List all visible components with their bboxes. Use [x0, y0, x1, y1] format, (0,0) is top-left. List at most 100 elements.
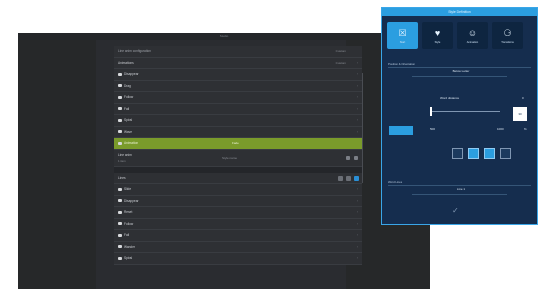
list-item-label: Disappear — [124, 198, 139, 203]
chevron-right-icon: › — [356, 256, 358, 260]
position-label: Position & Orientation — [388, 62, 416, 66]
word-lines-label: Word Lines — [388, 180, 403, 184]
item-icon — [118, 256, 122, 260]
style-name-field[interactable]: Style name — [222, 156, 237, 160]
list-item[interactable]: Follow › — [114, 92, 362, 104]
animations-value: Custom — [335, 60, 346, 65]
divider — [412, 194, 507, 195]
align-option-right[interactable] — [484, 148, 495, 159]
tab-start[interactable]: ☒ Start — [387, 22, 418, 49]
chevron-right-icon: › — [356, 129, 358, 134]
chevron-right-icon: › — [356, 60, 358, 65]
item-icon — [118, 107, 122, 111]
divider — [388, 67, 531, 68]
list-item-label: Slide — [124, 187, 132, 192]
list-item[interactable]: Spiral › — [114, 115, 362, 127]
delete-icon[interactable] — [354, 155, 358, 160]
tab-label: Start — [399, 40, 406, 44]
section-header-label: Line anim configuration — [118, 49, 151, 54]
item-icon — [118, 210, 122, 214]
section-header: Line anim configuration Custom — [114, 46, 362, 58]
list-item-label: Drag — [124, 83, 131, 88]
section-buttons — [338, 175, 359, 181]
align-option-justify[interactable] — [500, 148, 511, 159]
list-item[interactable]: Reset › — [114, 207, 362, 219]
item-icon — [118, 187, 122, 191]
divider — [388, 185, 531, 186]
tab-style[interactable]: ♥ Style — [422, 22, 453, 49]
edit-icon[interactable] — [346, 155, 350, 160]
slider-label: Word distance — [440, 96, 460, 100]
item-icon — [118, 84, 122, 88]
person-icon: ☺ — [467, 27, 478, 38]
tab-label: Transitions — [501, 40, 514, 44]
add-icon[interactable] — [354, 175, 359, 181]
list-item[interactable]: Disappear › — [114, 69, 362, 81]
left-sidebar — [18, 40, 96, 289]
right-suffix: % — [524, 127, 527, 131]
list-item[interactable]: Fall › — [114, 230, 362, 242]
chevron-right-icon: › — [356, 244, 358, 249]
distance-slider-handle[interactable] — [430, 107, 432, 116]
align-option-left[interactable] — [452, 148, 463, 159]
list-item-label: Reset — [124, 210, 133, 215]
chevron-right-icon: › — [356, 210, 358, 214]
style-dialog: Style Definition ☒ Start ♥ Style ☺ Anima… — [381, 7, 538, 225]
dialog-title: Style Definition — [382, 8, 537, 16]
apply-button[interactable] — [389, 126, 413, 135]
section-header-value: Custom — [335, 49, 346, 54]
line-anim-sub: 1 item — [118, 158, 126, 163]
distance-value-box[interactable]: 30 — [513, 107, 527, 121]
lines-header-label: Lines — [118, 175, 126, 180]
list-item-label: Fall — [124, 106, 130, 111]
right-value: 1000 — [497, 127, 504, 131]
window-title: Studio — [18, 33, 430, 40]
gift-icon: ☒ — [398, 27, 407, 38]
list-item-label: Disappear — [124, 72, 139, 77]
item-icon — [118, 141, 122, 145]
list-item-label: Spiral — [124, 256, 133, 261]
word-lines-dropdown[interactable]: Line 1 — [422, 187, 500, 191]
list-item-label: Fall — [124, 233, 130, 238]
tab-label: Style — [434, 40, 441, 44]
item-icon — [118, 72, 122, 76]
list-item[interactable]: Follow › — [114, 218, 362, 230]
animations-dropdown[interactable]: Animations Custom › — [114, 57, 362, 69]
lines-section-header: Lines — [114, 172, 362, 184]
settings-icon[interactable] — [346, 175, 351, 181]
chevron-right-icon: › — [356, 221, 358, 226]
distance-slider-track[interactable] — [430, 111, 500, 112]
tab-transitions[interactable]: ⚆ Transitions — [492, 22, 523, 49]
chevron-right-icon: › — [356, 72, 358, 76]
list-item-label: Wander — [124, 244, 136, 249]
position-dropdown[interactable]: Below Letter — [422, 69, 500, 73]
list-item[interactable]: Wave › — [114, 126, 362, 138]
list-item-selected[interactable]: Animation Fade — [114, 138, 362, 150]
remove-icon[interactable] — [338, 175, 343, 181]
line-anim-label: Line anim — [118, 152, 132, 157]
list-item[interactable]: Fall › — [114, 103, 362, 115]
list-item-label: Follow — [124, 221, 134, 226]
list-item[interactable]: Slide › — [114, 184, 362, 196]
tab-animation[interactable]: ☺ Animation — [457, 22, 488, 49]
selected-item-value: Fade — [232, 141, 239, 146]
line-anim-row[interactable]: Line anim 1 item Style name — [114, 149, 362, 167]
editor-window: Studio Line anim configuration Custom An… — [18, 33, 430, 289]
chevron-right-icon: › — [356, 233, 358, 237]
align-option-center[interactable] — [468, 148, 479, 159]
animations-label: Animations — [118, 60, 134, 65]
heart-icon: ♥ — [434, 27, 441, 38]
item-icon — [118, 118, 122, 122]
car-icon: ⚆ — [503, 27, 512, 38]
list-item-label: Spiral — [124, 118, 133, 123]
item-icon — [118, 245, 122, 249]
checkmark-icon[interactable]: ✓ — [452, 206, 459, 215]
chevron-right-icon: › — [356, 106, 358, 111]
chevron-right-icon: › — [356, 198, 358, 203]
list-item[interactable]: Spiral › — [114, 253, 362, 265]
list-item[interactable]: Drag › — [114, 80, 362, 92]
chevron-right-icon: › — [356, 118, 358, 122]
list-item[interactable]: Wander › — [114, 241, 362, 253]
list-item[interactable]: Disappear › — [114, 195, 362, 207]
slider-min: 0 — [522, 96, 524, 100]
